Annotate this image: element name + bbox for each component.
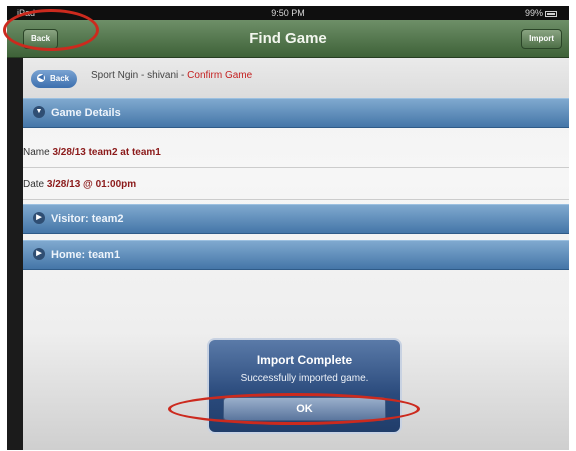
battery-status: 99% (525, 8, 557, 18)
chevron-right-icon: ▶ (33, 212, 45, 225)
breadcrumb-separator: - (178, 70, 188, 81)
date-value: 3/28/13 @ 01:00pm (46, 179, 137, 190)
battery-icon (545, 10, 557, 17)
import-complete-alert: Import Complete Successfully imported ga… (207, 338, 402, 434)
breadcrumb-site-link[interactable]: Sport Ngin - shivani (91, 70, 178, 81)
alert-message: Successfully imported game. (240, 373, 369, 384)
battery-percent: 99% (524, 8, 543, 18)
section-game-details-label: Game Details (51, 107, 121, 119)
status-bar: iPad 9:50 PM 99% (7, 6, 569, 20)
status-time: 9:50 PM (271, 8, 305, 18)
name-label: Name (23, 147, 53, 158)
breadcrumb-back-button[interactable]: ◀ Back (31, 70, 78, 88)
name-value: 3/28/13 team2 at team1 (52, 147, 161, 158)
breadcrumb: ◀ Back Sport Ngin - shivani - Confirm Gam… (23, 58, 569, 98)
alert-title: Import Complete (256, 353, 353, 367)
section-home[interactable]: ▶ Home: team1 (23, 240, 569, 270)
breadcrumb-current: Confirm Game (187, 70, 253, 81)
section-home-label: Home: team1 (51, 249, 121, 261)
main-content: ◀ Back Sport Ngin - shivani - Confirm Gam… (23, 58, 569, 450)
back-arrow-icon: ◀ (37, 73, 45, 82)
section-game-details[interactable]: ▼ Game Details (23, 98, 569, 128)
section-visitor-label: Visitor: team2 (51, 213, 124, 225)
back-button[interactable]: Back (23, 29, 59, 49)
ipad-screen: iPad 9:50 PM 99% Find Game Back Import ◀… (7, 6, 569, 450)
game-date-row: Date 3/28/13 @ 01:00pm (23, 170, 569, 200)
page-title: Find Game (249, 30, 327, 47)
chevron-down-icon: ▼ (33, 106, 45, 119)
breadcrumb-back-label: Back (50, 74, 70, 83)
title-bar: Find Game Back Import (7, 20, 569, 58)
breadcrumb-trail: Sport Ngin - shivani - Confirm Game (91, 70, 252, 81)
section-visitor[interactable]: ▶ Visitor: team2 (23, 204, 569, 234)
date-label: Date (23, 179, 47, 190)
game-name-row: Name 3/28/13 team2 at team1 (23, 138, 569, 168)
ok-button[interactable]: OK (223, 397, 386, 421)
import-button[interactable]: Import (521, 29, 562, 49)
chevron-right-icon: ▶ (33, 248, 45, 261)
